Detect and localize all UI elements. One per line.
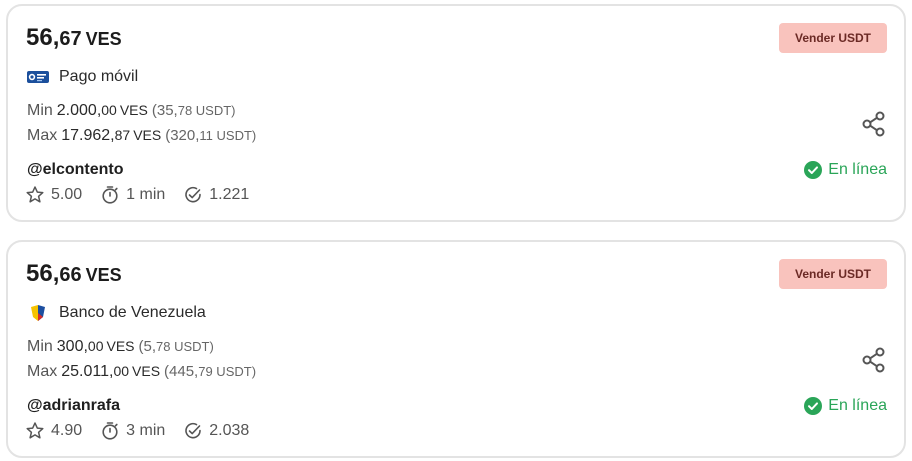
payment-method-label: Pago móvil [59, 68, 139, 85]
timer-icon [102, 186, 118, 204]
online-status: En línea [804, 161, 887, 179]
max-amount-integer: 17.962, [61, 127, 115, 144]
trades-value: 1.221 [209, 186, 250, 203]
max-usdt-decimals: 11 USDT) [199, 128, 257, 143]
min-amount-currency: VES [119, 102, 148, 118]
payment-method: Banco de Venezuela [27, 304, 206, 322]
max-usdt-decimals: 79 USDT) [198, 364, 257, 379]
star-icon [26, 186, 44, 203]
time-value: 3 min [126, 422, 166, 439]
offer-card[interactable]: 56, 67 VES Vender USDT Pago móvil Min 2.… [6, 4, 906, 222]
trades-value: 2.038 [209, 422, 250, 439]
max-amount-currency: VES [133, 127, 162, 143]
sell-usdt-button[interactable]: Vender USDT [779, 23, 887, 53]
payment-method-label: Banco de Venezuela [59, 304, 206, 321]
username[interactable]: @adrianrafa [27, 397, 120, 415]
time-value: 1 min [126, 186, 166, 203]
status-label: En línea [828, 397, 887, 414]
username[interactable]: @elcontento [27, 161, 124, 179]
offer-card[interactable]: 56, 66 VES Vender USDT Banco de Venezuel… [6, 240, 906, 458]
min-amount-currency: VES [106, 338, 135, 354]
price: 56, 67 VES [26, 24, 122, 52]
timer-icon [102, 422, 118, 440]
min-label: Min [27, 338, 53, 355]
min-limit: Min 2.000, 00 VES (35, 78 USDT) [27, 102, 236, 120]
min-usdt-integer: (35, [151, 102, 178, 119]
max-amount-decimals: 00 [113, 363, 130, 379]
share-button[interactable] [860, 346, 888, 374]
min-amount-integer: 2.000, [56, 102, 102, 119]
trades-stat: 2.038 [183, 421, 249, 441]
pago-movil-icon [27, 68, 49, 86]
price-currency: VES [85, 29, 122, 49]
max-usdt-integer: (320, [165, 127, 200, 144]
min-usdt-decimals: 78 USDT) [177, 103, 236, 118]
price-integer: 56, [26, 260, 60, 287]
share-icon [862, 111, 885, 137]
merchant-stats: 4.90 3 min 2.038 [25, 421, 267, 441]
min-amount-decimals: 00 [101, 102, 117, 118]
max-limit: Max 17.962, 87 VES (320, 11 USDT) [27, 127, 256, 145]
star-icon [26, 422, 44, 439]
max-amount-currency: VES [132, 363, 161, 379]
rating-stat: 5.00 [25, 185, 82, 205]
max-amount-integer: 25.011, [61, 363, 114, 380]
max-label: Max [27, 363, 58, 380]
min-usdt-decimals: 78 USDT) [156, 339, 214, 354]
check-badge-icon [185, 186, 202, 203]
check-circle-icon [804, 161, 823, 179]
online-status: En línea [804, 397, 887, 415]
max-usdt-integer: (445, [164, 363, 199, 380]
check-circle-icon [804, 397, 823, 415]
time-stat: 3 min [100, 421, 165, 441]
min-limit: Min 300, 00 VES (5, 78 USDT) [27, 338, 214, 356]
payment-method: Pago móvil [27, 68, 138, 86]
time-stat: 1 min [100, 185, 165, 205]
max-limit: Max 25.011, 00 VES (445, 79 USDT) [27, 363, 256, 381]
min-label: Min [27, 102, 53, 119]
banco-de-venezuela-icon [27, 304, 49, 322]
rating-stat: 4.90 [25, 421, 82, 441]
price-decimals: 66 [59, 264, 82, 286]
rating-value: 5.00 [51, 186, 83, 203]
share-button[interactable] [860, 110, 888, 138]
status-label: En línea [828, 161, 887, 178]
price-integer: 56, [26, 24, 60, 51]
merchant-stats: 5.00 1 min 1.221 [25, 185, 267, 205]
share-icon [862, 347, 885, 373]
min-amount-integer: 300, [56, 338, 88, 355]
trades-stat: 1.221 [183, 185, 249, 205]
check-badge-icon [185, 422, 202, 439]
price-currency: VES [85, 265, 122, 285]
max-label: Max [27, 127, 58, 144]
sell-usdt-button[interactable]: Vender USDT [779, 259, 887, 289]
price-decimals: 67 [59, 28, 82, 50]
price: 56, 66 VES [26, 260, 122, 288]
min-amount-decimals: 00 [87, 338, 104, 354]
rating-value: 4.90 [51, 422, 83, 439]
max-amount-decimals: 87 [114, 127, 131, 143]
min-usdt-integer: (5, [138, 338, 157, 355]
